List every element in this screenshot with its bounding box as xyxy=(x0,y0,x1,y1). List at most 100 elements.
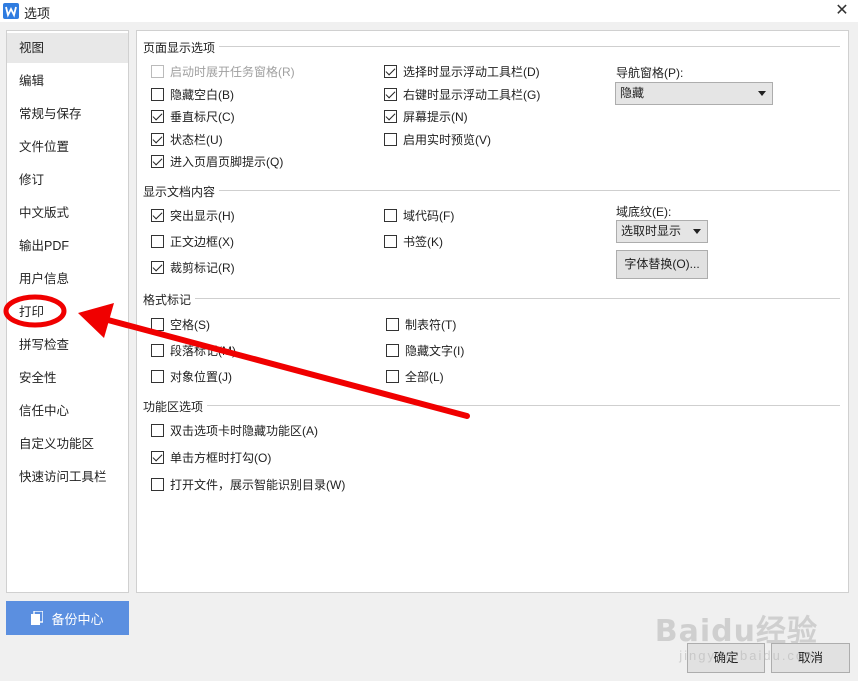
watermark-sub: jingyan.baidu.com xyxy=(679,648,818,663)
title-bar: 选项 ✕ xyxy=(0,0,858,22)
checkbox-bookmarks[interactable]: 书签(K) xyxy=(384,232,443,250)
checkbox-crop-marks[interactable]: 裁剪标记(R) xyxy=(151,258,235,276)
baidu-watermark: Baidu经验 jingyan.baidu.com xyxy=(655,606,818,663)
sidebar-item-print[interactable]: 打印 xyxy=(7,297,128,327)
sidebar-item-customize-ribbon[interactable]: 自定义功能区 xyxy=(7,429,128,459)
checkbox-box xyxy=(151,477,164,491)
checkbox-screen-tips[interactable]: 屏幕提示(N) xyxy=(384,107,468,125)
checkbox-expand-task-pane[interactable]: 启动时展开任务窗格(R) xyxy=(151,62,295,80)
checkbox-label: 选择时显示浮动工具栏(D) xyxy=(403,64,540,79)
checkbox-paragraph-marks[interactable]: 段落标记(M) xyxy=(151,341,236,359)
close-icon[interactable]: ✕ xyxy=(832,1,852,21)
field-shading-label: 域底纹(E): xyxy=(616,205,672,219)
checkbox-text-boundaries[interactable]: 正文边框(X) xyxy=(151,232,234,250)
checkbox-hide-whitespace[interactable]: 隐藏空白(B) xyxy=(151,85,234,103)
checkbox-label: 启动时展开任务窗格(R) xyxy=(170,64,295,79)
checkbox-object-anchors[interactable]: 对象位置(J) xyxy=(151,367,232,385)
nav-pane-select[interactable]: 隐藏 xyxy=(615,82,773,105)
checkbox-box xyxy=(151,317,164,331)
field-shading-select[interactable]: 选取时显示 xyxy=(616,220,708,243)
checkbox-label: 打开文件，展示智能识别目录(W) xyxy=(170,477,346,492)
checkbox-box-checked xyxy=(151,208,164,222)
section-title-doc-content: 显示文档内容 xyxy=(143,183,216,200)
section-divider xyxy=(219,190,840,191)
checkbox-status-bar[interactable]: 状态栏(U) xyxy=(151,130,223,148)
wps-writer-icon xyxy=(3,3,19,19)
checkbox-box xyxy=(151,87,164,101)
checkbox-box xyxy=(151,64,164,78)
checkbox-label: 右键时显示浮动工具栏(G) xyxy=(403,87,541,102)
checkbox-label: 段落标记(M) xyxy=(170,343,236,358)
checkbox-label: 状态栏(U) xyxy=(170,132,223,147)
checkbox-label: 隐藏文字(I) xyxy=(405,343,465,358)
checkbox-label: 域代码(F) xyxy=(403,208,455,223)
backup-center-button[interactable]: 备份中心 xyxy=(6,601,129,635)
checkbox-click-to-check[interactable]: 单击方框时打勾(O) xyxy=(151,448,271,466)
checkbox-vertical-ruler[interactable]: 垂直标尺(C) xyxy=(151,107,235,125)
checkbox-box-checked xyxy=(151,132,164,146)
sidebar-item-revisions[interactable]: 修订 xyxy=(7,165,128,195)
checkbox-hide-ribbon-dblclick[interactable]: 双击选项卡时隐藏功能区(A) xyxy=(151,421,318,439)
options-sidebar: 视图 编辑 常规与保存 文件位置 修订 中文版式 输出PDF 用户信息 打印 拼… xyxy=(6,30,129,593)
nav-pane-value: 隐藏 xyxy=(620,86,645,100)
checkbox-label: 进入页眉页脚提示(Q) xyxy=(170,154,284,169)
checkbox-label: 双击选项卡时隐藏功能区(A) xyxy=(170,423,318,438)
checkbox-float-toolbar-select[interactable]: 选择时显示浮动工具栏(D) xyxy=(384,62,540,80)
checkbox-box-checked xyxy=(151,109,164,123)
sidebar-item-file-locations[interactable]: 文件位置 xyxy=(7,132,128,162)
sidebar-item-edit[interactable]: 编辑 xyxy=(7,66,128,96)
checkbox-spaces[interactable]: 空格(S) xyxy=(151,315,210,333)
section-divider xyxy=(219,46,840,47)
checkbox-label: 单击方框时打勾(O) xyxy=(170,450,272,465)
watermark-main: Baidu经验 xyxy=(654,614,818,649)
checkbox-label: 对象位置(J) xyxy=(170,369,232,384)
checkbox-highlight[interactable]: 突出显示(H) xyxy=(151,206,235,224)
sidebar-item-trust-center[interactable]: 信任中心 xyxy=(7,396,128,426)
checkbox-box-checked xyxy=(151,450,164,464)
chevron-down-icon xyxy=(758,91,766,96)
checkbox-float-toolbar-rightclick[interactable]: 右键时显示浮动工具栏(G) xyxy=(384,85,540,103)
checkbox-label: 书签(K) xyxy=(403,234,443,249)
chevron-down-icon xyxy=(693,229,701,234)
checkbox-label: 突出显示(H) xyxy=(170,208,235,223)
checkbox-box xyxy=(386,343,399,357)
sidebar-item-export-pdf[interactable]: 输出PDF xyxy=(7,231,128,261)
checkbox-label: 垂直标尺(C) xyxy=(170,109,235,124)
checkbox-box xyxy=(151,369,164,383)
sidebar-item-user-info[interactable]: 用户信息 xyxy=(7,264,128,294)
checkbox-box xyxy=(151,423,164,437)
checkbox-live-preview[interactable]: 启用实时预览(V) xyxy=(384,130,491,148)
backup-icon xyxy=(31,610,45,625)
checkbox-label: 全部(L) xyxy=(405,369,444,384)
checkbox-box xyxy=(386,317,399,331)
checkbox-label: 正文边框(X) xyxy=(170,234,234,249)
checkbox-smart-toc[interactable]: 打开文件，展示智能识别目录(W) xyxy=(151,475,345,493)
checkbox-box xyxy=(151,343,164,357)
section-divider xyxy=(195,298,840,299)
checkbox-box-checked xyxy=(384,87,397,101)
backup-center-label: 备份中心 xyxy=(51,611,104,627)
nav-pane-label: 导航窗格(P): xyxy=(616,66,684,80)
font-substitution-button[interactable]: 字体替换(O)... xyxy=(616,250,708,279)
sidebar-item-chinese-layout[interactable]: 中文版式 xyxy=(7,198,128,228)
checkbox-all-marks[interactable]: 全部(L) xyxy=(386,367,444,385)
sidebar-item-quick-access-toolbar[interactable]: 快速访问工具栏 xyxy=(7,462,128,492)
sidebar-item-spell-check[interactable]: 拼写检查 xyxy=(7,330,128,360)
sidebar-item-security[interactable]: 安全性 xyxy=(7,363,128,393)
checkbox-field-codes[interactable]: 域代码(F) xyxy=(384,206,454,224)
checkbox-box-checked xyxy=(151,154,164,168)
sidebar-item-general-save[interactable]: 常规与保存 xyxy=(7,99,128,129)
checkbox-label: 隐藏空白(B) xyxy=(170,87,234,102)
checkbox-hidden-text[interactable]: 隐藏文字(I) xyxy=(386,341,464,359)
sidebar-item-view[interactable]: 视图 xyxy=(7,33,128,63)
checkbox-label: 屏幕提示(N) xyxy=(403,109,468,124)
checkbox-box xyxy=(384,234,397,248)
checkbox-label: 制表符(T) xyxy=(405,317,457,332)
checkbox-box-checked xyxy=(384,64,397,78)
checkbox-header-footer-tip[interactable]: 进入页眉页脚提示(Q) xyxy=(151,152,283,170)
checkbox-box xyxy=(384,132,397,146)
section-title-format-marks: 格式标记 xyxy=(143,291,192,308)
checkbox-box xyxy=(151,234,164,248)
window-title: 选项 xyxy=(24,6,51,21)
checkbox-tab-characters[interactable]: 制表符(T) xyxy=(386,315,456,333)
